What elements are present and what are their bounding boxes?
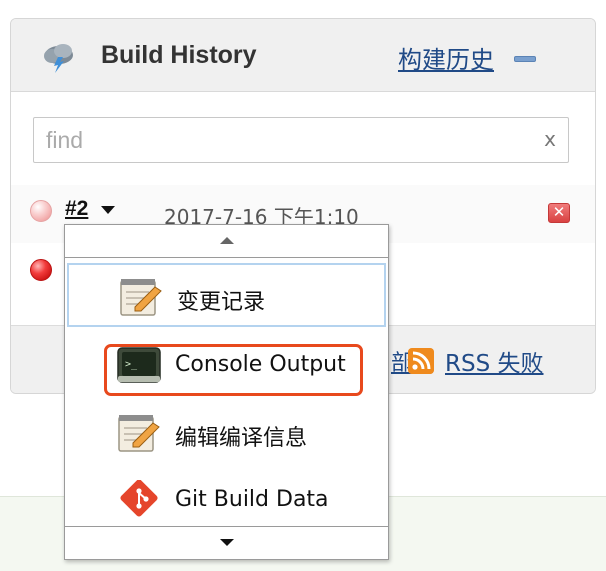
menu-item-changes[interactable]: 变更记录 xyxy=(67,263,386,327)
console-output-highlight xyxy=(104,344,363,396)
rss-icon[interactable] xyxy=(408,348,434,374)
pending-ball-icon xyxy=(30,200,52,222)
menu-scroll-down[interactable] xyxy=(65,526,388,559)
menu-item-label: Git Build Data xyxy=(175,487,329,512)
chevron-up-icon xyxy=(220,237,234,244)
delete-build-icon[interactable]: ✕ xyxy=(548,203,570,223)
rss-failed-link[interactable]: RSS 失败 xyxy=(445,344,544,378)
chevron-down-icon xyxy=(220,539,234,546)
clear-search-icon[interactable]: x xyxy=(544,127,556,151)
widget-header: Build History 构建历史 xyxy=(11,19,595,92)
build-menu-caret-icon[interactable] xyxy=(101,206,115,214)
cloud-lightning-icon xyxy=(44,44,73,73)
collapse-minus-icon[interactable] xyxy=(514,56,536,62)
notepad-pencil-icon xyxy=(120,279,162,316)
menu-item-git-build-data[interactable]: Git Build Data xyxy=(67,468,386,532)
menu-scroll-up[interactable] xyxy=(65,225,388,258)
search-field[interactable]: x xyxy=(33,117,569,163)
trend-link[interactable]: 构建历史 xyxy=(398,40,494,75)
notepad-pencil-icon xyxy=(118,415,160,452)
build-number-link[interactable]: #2 xyxy=(65,197,88,221)
search-input[interactable] xyxy=(46,126,516,154)
menu-item-label: 编辑编译信息 xyxy=(175,426,308,451)
menu-item-label: 变更记录 xyxy=(177,290,266,315)
widget-title: Build History xyxy=(101,41,257,69)
git-icon xyxy=(120,480,158,517)
menu-item-edit-build-info[interactable]: 编辑编译信息 xyxy=(67,401,386,465)
failed-ball-icon xyxy=(30,259,52,281)
